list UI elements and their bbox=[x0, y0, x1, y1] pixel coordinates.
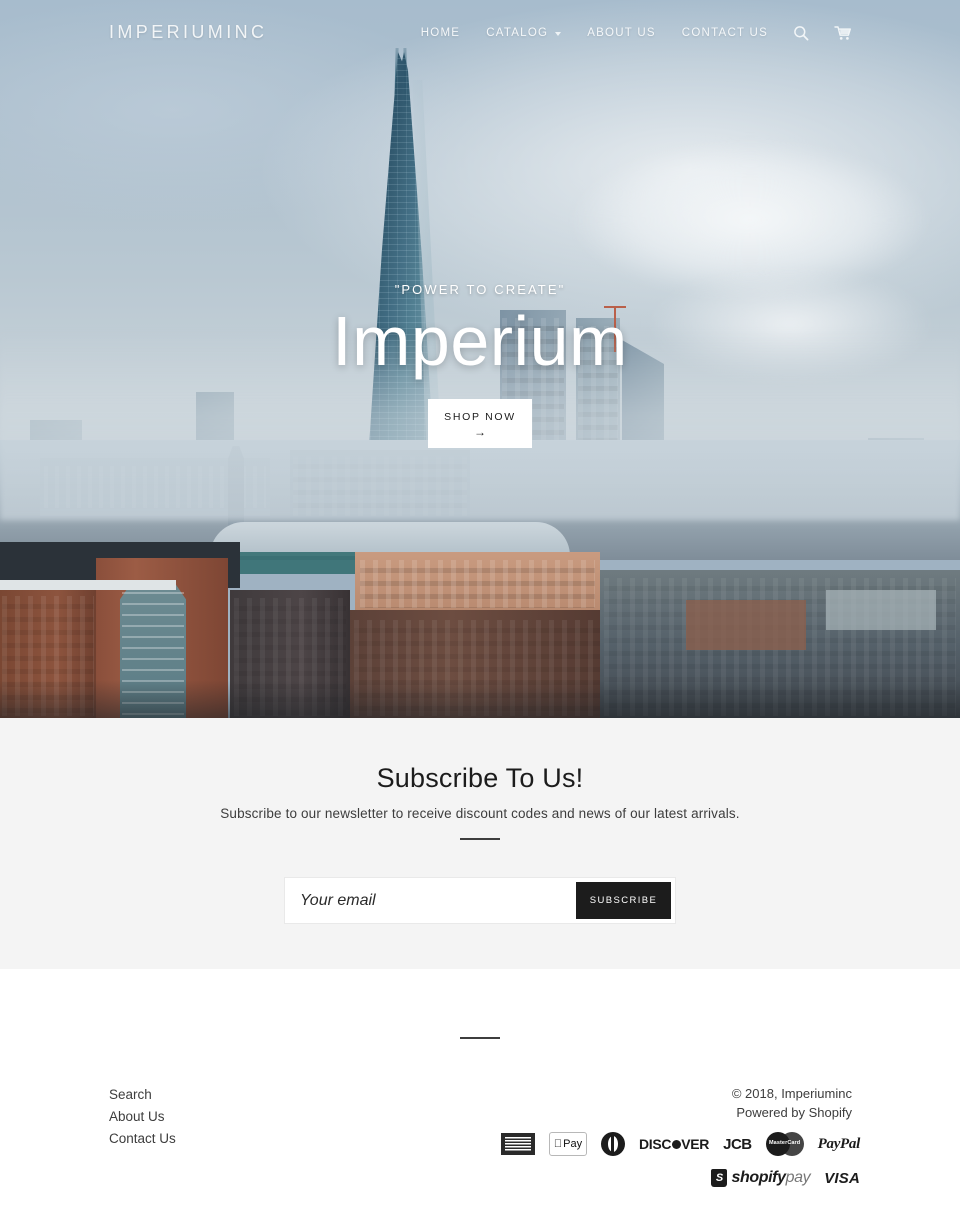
shop-now-button[interactable]: SHOP NOW → bbox=[428, 399, 532, 448]
site-logo[interactable]: IMPERIUMINC bbox=[109, 22, 267, 43]
search-button[interactable] bbox=[793, 25, 809, 41]
nav-item-about-us[interactable]: ABOUT US bbox=[587, 27, 656, 39]
mastercard-icon: MasterCard bbox=[765, 1132, 804, 1156]
cart-button[interactable] bbox=[834, 25, 852, 41]
chevron-down-icon bbox=[555, 31, 562, 36]
paypal-icon: PayPal bbox=[817, 1135, 861, 1152]
shopify-label: shopify bbox=[731, 1169, 786, 1186]
footer-meta: © 2018, Imperiuminc Powered by Shopify bbox=[732, 1084, 852, 1122]
footer-link-search[interactable]: Search bbox=[109, 1084, 176, 1106]
newsletter-description: Subscribe to our newsletter to receive d… bbox=[220, 806, 740, 821]
nav-item-contact-us-label: CONTACT US bbox=[681, 27, 768, 39]
discover-icon: DISC VER bbox=[639, 1132, 709, 1156]
main-navigation: HOME CATALOG ABOUT US CONTACT US bbox=[421, 25, 852, 41]
shopify-pay-icon: shopifypay bbox=[711, 1166, 811, 1190]
email-field[interactable] bbox=[285, 878, 576, 923]
payment-row-2: shopifypay VISA bbox=[480, 1166, 860, 1190]
copyright-text: © 2018, Imperiuminc bbox=[731, 1086, 852, 1101]
payment-methods: Pay DISCVER JCB MasterCard PayPal s bbox=[480, 1132, 860, 1200]
footer-link-about-us[interactable]: About Us bbox=[109, 1106, 176, 1128]
hero-title: Imperium bbox=[332, 302, 628, 380]
nav-item-home-label: HOME bbox=[420, 27, 461, 39]
newsletter-section: Subscribe To Us! Subscribe to our newsle… bbox=[0, 718, 960, 969]
footer-divider bbox=[460, 1037, 500, 1039]
hero-content: "POWER TO CREATE" Imperium SHOP NOW → bbox=[0, 0, 960, 718]
shopify-pay-label: pay bbox=[785, 1169, 811, 1186]
american-express-icon bbox=[500, 1132, 535, 1156]
nav-item-catalog[interactable]: CATALOG bbox=[486, 27, 562, 39]
powered-by-text[interactable]: Powered by Shopify bbox=[732, 1103, 852, 1122]
discover-label-a: DISC bbox=[638, 1136, 672, 1152]
shop-now-label: SHOP NOW bbox=[444, 411, 516, 423]
mastercard-label: MasterCard bbox=[769, 1140, 801, 1146]
diners-club-icon bbox=[600, 1132, 625, 1156]
newsletter-divider bbox=[460, 838, 500, 840]
newsletter-title: Subscribe To Us! bbox=[376, 763, 584, 793]
newsletter-form: SUBSCRIBE bbox=[285, 878, 675, 923]
arrow-right-icon: → bbox=[474, 425, 486, 439]
nav-item-catalog-label: CATALOG bbox=[486, 27, 549, 39]
nav-item-contact-us[interactable]: CONTACT US bbox=[682, 27, 768, 39]
jcb-icon: JCB bbox=[723, 1135, 752, 1153]
site-footer: Search About Us Contact Us © 2018, Imper… bbox=[0, 969, 960, 1220]
visa-icon: VISA bbox=[824, 1169, 860, 1187]
footer-links: Search About Us Contact Us bbox=[109, 1084, 176, 1150]
nav-item-home[interactable]: HOME bbox=[421, 27, 461, 39]
nav-item-about-us-label: ABOUT US bbox=[587, 27, 656, 39]
apple-pay-icon: Pay bbox=[548, 1132, 587, 1156]
subscribe-button[interactable]: SUBSCRIBE bbox=[576, 882, 671, 919]
shopify-bag-icon bbox=[711, 1169, 728, 1187]
site-header: IMPERIUMINC HOME CATALOG ABOUT US CONTAC… bbox=[0, 0, 960, 68]
cart-icon bbox=[834, 26, 851, 40]
payment-row-1: Pay DISC VER JCB MasterCard PayPal bbox=[480, 1132, 860, 1156]
footer-link-contact-us[interactable]: Contact Us bbox=[109, 1128, 176, 1150]
hero-subtitle: "POWER TO CREATE" bbox=[394, 282, 566, 297]
discover-label-b: VER bbox=[681, 1136, 710, 1152]
hero-section: "POWER TO CREATE" Imperium SHOP NOW → IM… bbox=[0, 0, 960, 718]
search-icon bbox=[794, 26, 809, 41]
apple-pay-label: Pay bbox=[559, 1138, 582, 1150]
